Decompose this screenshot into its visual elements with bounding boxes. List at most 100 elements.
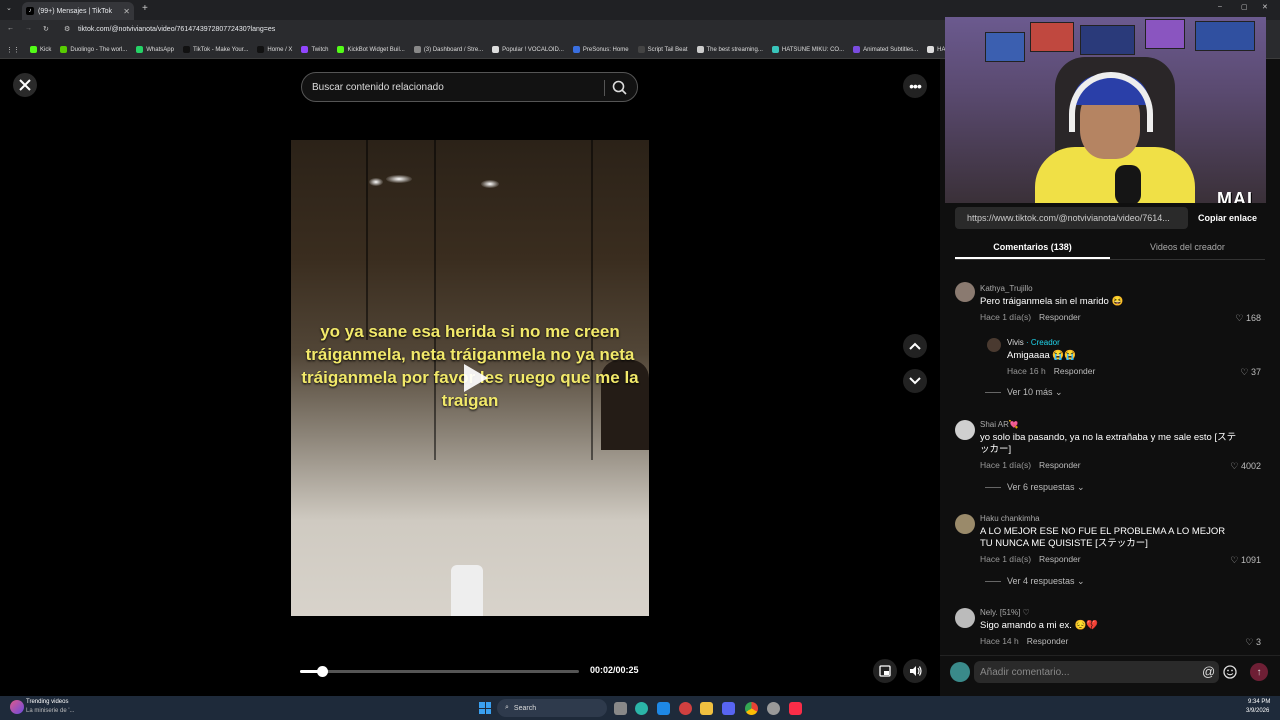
minimize-icon[interactable]: – bbox=[1218, 3, 1222, 10]
tab-creator-videos[interactable]: Videos del creador bbox=[1110, 236, 1265, 259]
avatar[interactable] bbox=[955, 420, 975, 440]
widget-title[interactable]: Trending videos bbox=[26, 699, 68, 705]
app-icon[interactable] bbox=[679, 702, 692, 715]
comments-list: Kathya_Trujillo Pero tráiganmela sin el … bbox=[955, 280, 1273, 648]
bookmark-item[interactable]: (3) Dashboard / Stre... bbox=[413, 46, 483, 53]
view-more-replies[interactable]: Ver 10 más ⌄ bbox=[985, 387, 1063, 398]
arrow-up-icon: ↑ bbox=[1256, 666, 1262, 678]
comment-meta: Hace 14 h Responder bbox=[980, 636, 1068, 646]
start-button[interactable] bbox=[479, 702, 491, 714]
bookmark-favicon-icon bbox=[301, 46, 309, 53]
file-explorer-icon[interactable] bbox=[700, 702, 713, 715]
bookmark-item[interactable]: KickBot Widget Buil... bbox=[337, 46, 405, 53]
task-view-icon[interactable] bbox=[614, 702, 627, 715]
bookmark-item[interactable]: TikTok - Make Your... bbox=[182, 46, 248, 53]
widget-subtitle: La miniserie de '... bbox=[26, 708, 75, 714]
search-icon[interactable] bbox=[612, 80, 627, 95]
like-button[interactable]: ♡ 3 bbox=[1245, 637, 1261, 648]
avatar[interactable] bbox=[955, 514, 975, 534]
view-more-replies[interactable]: Ver 4 respuestas ⌄ bbox=[985, 576, 1085, 587]
mention-button[interactable]: @ bbox=[1202, 664, 1215, 679]
comment-input[interactable]: Añadir comentario... bbox=[974, 661, 1219, 683]
music-app-icon[interactable] bbox=[789, 702, 802, 715]
video-frame-detail bbox=[451, 565, 483, 616]
comment-username[interactable]: Kathya_Trujillo bbox=[980, 284, 1033, 293]
bookmark-item[interactable]: Home / X bbox=[257, 46, 292, 53]
comment-username[interactable]: Haku chankimha bbox=[980, 514, 1040, 523]
like-button[interactable]: ♡ 37 bbox=[1240, 367, 1261, 378]
more-icon: ••• bbox=[909, 78, 922, 94]
bookmark-item[interactable]: The best streaming... bbox=[696, 46, 763, 53]
more-options-button[interactable]: ••• bbox=[903, 74, 927, 98]
url-field[interactable]: tiktok.com/@notvivianota/video/761474397… bbox=[78, 26, 275, 33]
back-icon[interactable]: ← bbox=[7, 25, 14, 32]
like-button[interactable]: ♡ 4002 bbox=[1230, 461, 1261, 472]
settings-icon[interactable] bbox=[767, 702, 780, 715]
floating-player-button[interactable] bbox=[873, 659, 897, 683]
wall-poster bbox=[1145, 19, 1185, 49]
share-link-field[interactable]: https://www.tiktok.com/@notvivianota/vid… bbox=[955, 207, 1188, 229]
taskbar-search[interactable]: ⌕ Search bbox=[497, 699, 607, 717]
previous-video-button[interactable] bbox=[903, 334, 927, 358]
emoji-icon[interactable] bbox=[1223, 665, 1237, 679]
video-progress-bar[interactable] bbox=[300, 666, 579, 677]
bookmark-favicon-icon bbox=[572, 46, 580, 53]
volume-button[interactable] bbox=[903, 659, 927, 683]
reply-button[interactable]: Responder bbox=[1039, 554, 1081, 564]
copy-link-button[interactable]: Copiar enlace bbox=[1188, 213, 1265, 223]
avatar[interactable] bbox=[955, 282, 975, 302]
maximize-icon[interactable]: ▢ bbox=[1241, 3, 1248, 11]
avatar[interactable] bbox=[987, 338, 1001, 352]
reply-button[interactable]: Responder bbox=[1027, 636, 1069, 646]
tab-comments[interactable]: Comentarios (138) bbox=[955, 236, 1110, 259]
new-tab-icon[interactable]: + bbox=[142, 3, 148, 14]
search-input[interactable]: Buscar contenido relacionado bbox=[301, 72, 638, 102]
app-icon[interactable] bbox=[722, 702, 735, 715]
mail-icon[interactable] bbox=[657, 702, 670, 715]
comment-username[interactable]: Nely. [51%] ♡ bbox=[980, 608, 1030, 617]
view-more-replies[interactable]: Ver 6 respuestas ⌄ bbox=[985, 482, 1085, 493]
reply-button[interactable]: Responder bbox=[1039, 460, 1081, 470]
play-icon[interactable] bbox=[456, 360, 492, 396]
comment-text: A LO MEJOR ESE NO FUE EL PROBLEMA A LO M… bbox=[980, 526, 1226, 549]
reply-button[interactable]: Responder bbox=[1054, 366, 1096, 376]
window-close-icon[interactable]: ✕ bbox=[1262, 3, 1268, 11]
chrome-icon[interactable] bbox=[745, 702, 758, 715]
close-button[interactable] bbox=[13, 73, 37, 97]
site-info-icon[interactable]: ⚙ bbox=[64, 25, 70, 33]
apps-icon[interactable]: ⋮⋮ bbox=[6, 46, 20, 54]
bookmark-item[interactable]: Kick bbox=[30, 46, 51, 53]
bookmark-item[interactable]: WhatsApp bbox=[136, 46, 174, 53]
user-avatar[interactable] bbox=[950, 662, 970, 682]
reply-button[interactable]: Responder bbox=[1039, 312, 1081, 322]
clock-date[interactable]: 3/9/2026 bbox=[1246, 708, 1269, 714]
bookmark-item[interactable]: Twitch bbox=[301, 46, 328, 53]
volume-icon bbox=[909, 666, 922, 676]
reload-icon[interactable]: ↻ bbox=[43, 25, 49, 33]
weather-widget-icon[interactable] bbox=[10, 700, 24, 714]
clock-time[interactable]: 9:34 PM bbox=[1248, 699, 1270, 705]
send-comment-button[interactable]: ↑ bbox=[1250, 663, 1268, 681]
edge-icon[interactable] bbox=[635, 702, 648, 715]
comment-username[interactable]: Shai AR💘 bbox=[980, 420, 1019, 429]
bookmark-item[interactable]: Popular ! VOCALOID... bbox=[492, 46, 564, 53]
bookmark-item[interactable]: Script Tail Beat bbox=[637, 46, 688, 53]
forward-icon[interactable]: → bbox=[25, 25, 32, 32]
video-frame-detail bbox=[369, 178, 383, 186]
like-button[interactable]: ♡ 168 bbox=[1235, 313, 1261, 324]
bookmark-item[interactable]: HATSUNE MIKU: CO... bbox=[771, 46, 845, 53]
comment-username[interactable]: Vivis · Creador bbox=[1007, 338, 1060, 347]
tab-menu-icon[interactable]: ⌄ bbox=[6, 4, 12, 12]
browser-tab[interactable]: ♪ (99+) Mensajes | TikTok ✕ bbox=[22, 2, 134, 20]
avatar[interactable] bbox=[955, 608, 975, 628]
bookmark-label: HATSUNE MIKU: CO... bbox=[781, 46, 845, 53]
next-video-button[interactable] bbox=[903, 369, 927, 393]
like-button[interactable]: ♡ 1091 bbox=[1230, 555, 1261, 566]
search-icon: ⌕ bbox=[505, 704, 509, 711]
bookmark-item[interactable]: Animated Subtitles... bbox=[853, 46, 918, 53]
close-tab-icon[interactable]: ✕ bbox=[123, 7, 130, 16]
bookmark-favicon-icon bbox=[771, 46, 779, 53]
bookmark-item[interactable]: PreSonus: Home bbox=[572, 46, 629, 53]
bookmark-item[interactable]: Duolingo - The worl... bbox=[60, 46, 127, 53]
comment-meta: Hace 1 día(s) Responder bbox=[980, 312, 1081, 322]
